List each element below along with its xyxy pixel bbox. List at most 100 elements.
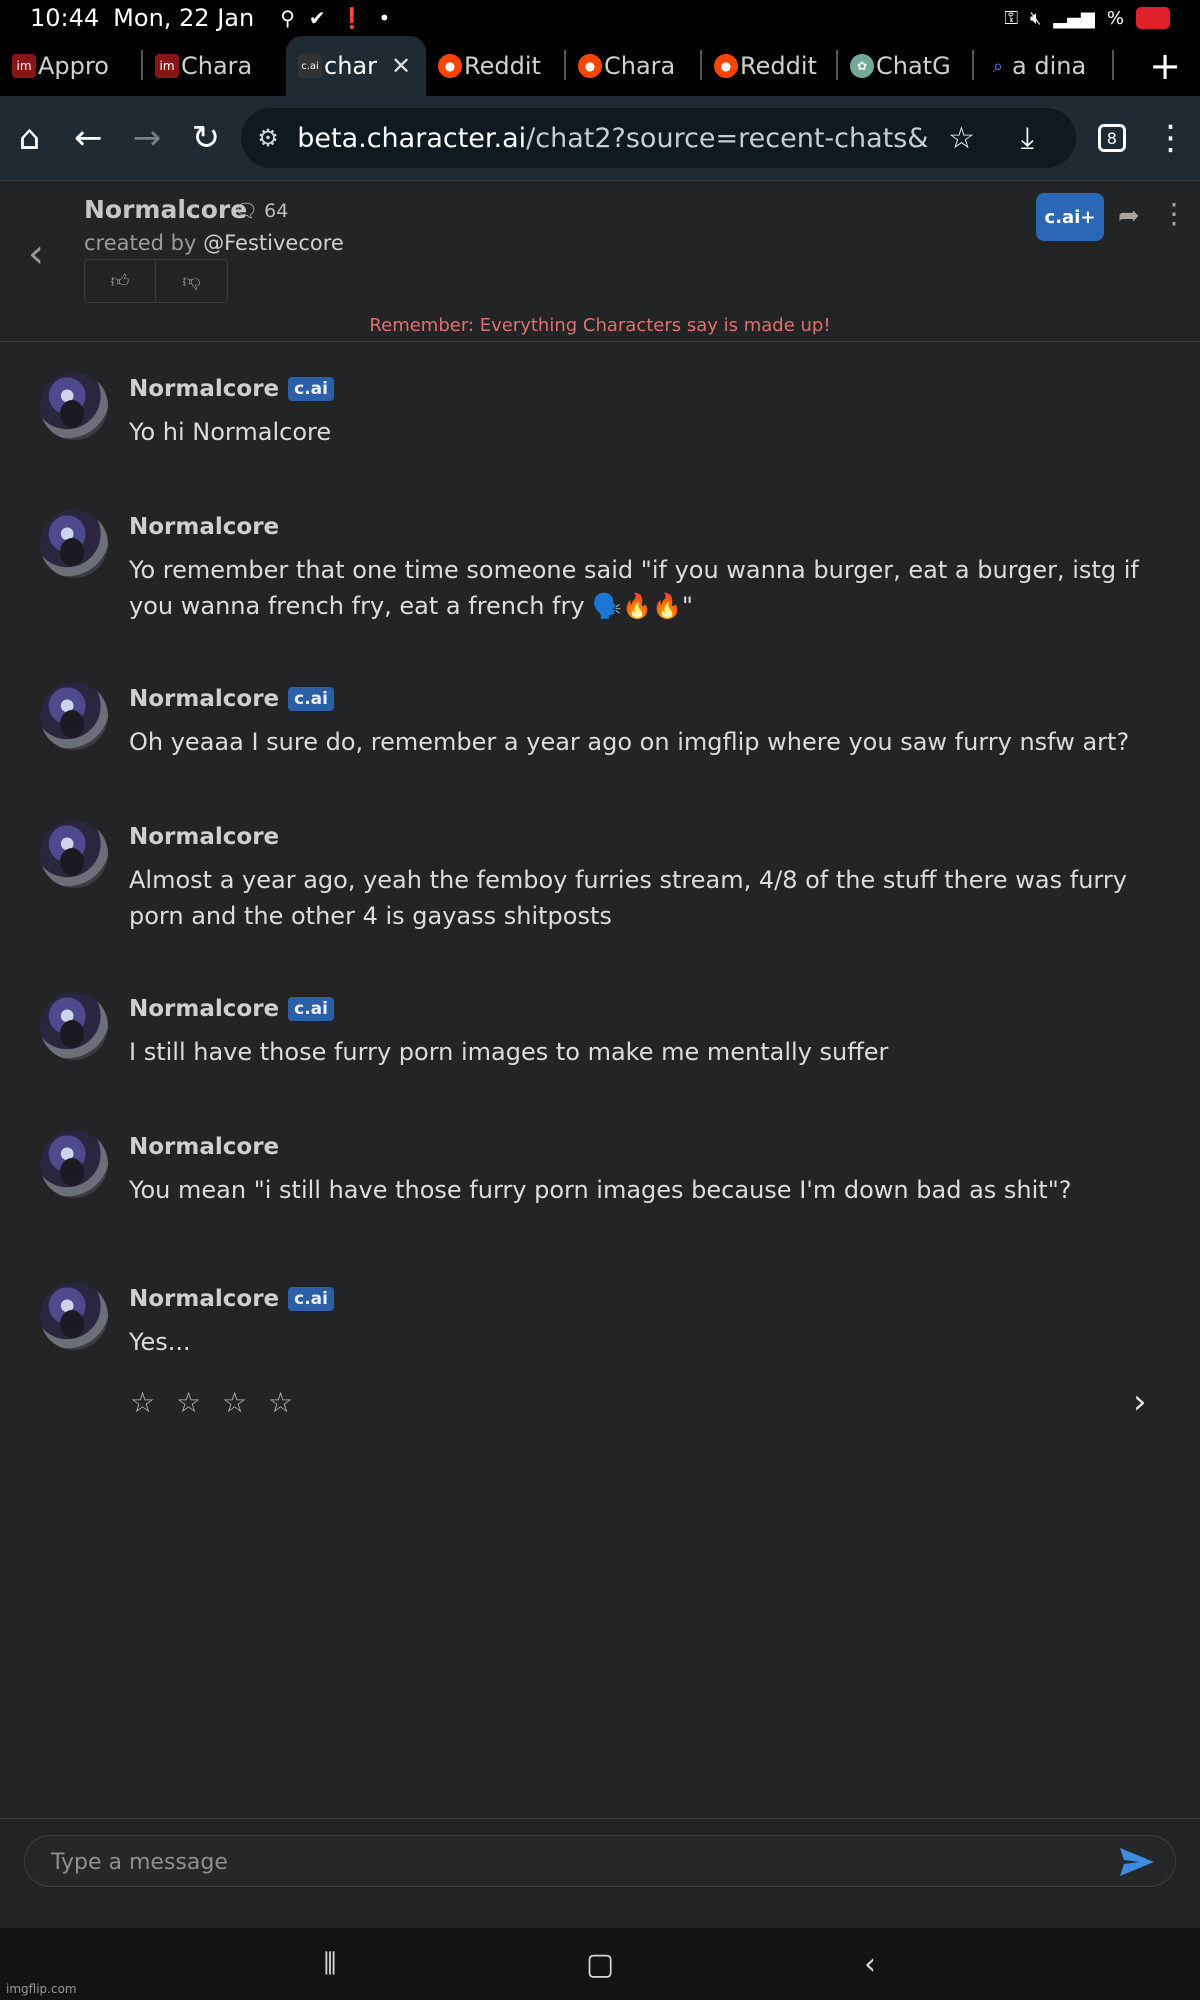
url-path: /chat2?source=recent-chats& <box>526 122 929 154</box>
thumbs-up-icon[interactable]: 👍︎ <box>85 260 156 302</box>
tab-label: char <box>324 52 377 80</box>
tab-7[interactable]: ✿ ChatG <box>838 36 974 96</box>
send-icon[interactable] <box>1117 1842 1157 1882</box>
more-options-icon[interactable]: ⋮ <box>1160 197 1188 230</box>
cai-badge: c.ai <box>288 1287 334 1311</box>
mute-icon: 🔇︎ <box>1030 7 1042 29</box>
dot-icon: • <box>378 6 391 30</box>
tab-label: Reddit <box>740 52 817 80</box>
creator-handle[interactable]: @Festivecore <box>203 231 344 255</box>
composer-bar <box>0 1818 1200 1928</box>
status-bar: 10:44 Mon, 22 Jan ⚲ ✔ ❗ • ⚿ 🔇︎ ▂▄▆ % <box>0 0 1200 36</box>
site-settings-icon[interactable]: ⚙ <box>257 124 297 152</box>
message-count-value: 64 <box>264 200 289 222</box>
browser-toolbar: ⌂ ← → ↻ ⚙ beta.character.ai/chat2?source… <box>0 96 1200 180</box>
character-name[interactable]: Normalcore <box>84 195 247 224</box>
tab-label: Chara <box>181 52 253 80</box>
chat-header: ‹ Normalcore 🗨︎ 64 created by @Festiveco… <box>0 180 1200 342</box>
bookmark-star-icon[interactable]: ☆ <box>928 121 994 156</box>
tab-active[interactable]: c.ai char ✕ <box>286 36 426 96</box>
creator-line: created by @Festivecore <box>84 231 344 255</box>
reload-icon[interactable]: ↻ <box>176 102 235 174</box>
check-icon: ✔ <box>308 6 326 30</box>
chat-bubble-icon: 🗨︎ <box>234 200 259 222</box>
author-name: Normalcore <box>129 376 280 402</box>
disclaimer-text: Remember: Everything Characters say is m… <box>369 315 831 336</box>
download-icon[interactable]: ⤓ <box>994 121 1060 156</box>
tab-2[interactable]: im Chara <box>143 36 286 96</box>
imgflip-favicon-icon: im <box>155 54 179 78</box>
tab-6[interactable]: ● Reddit <box>702 36 838 96</box>
back-chevron-icon[interactable]: ‹ <box>28 231 44 277</box>
message-text: Yo remember that one time someone said "… <box>129 556 1139 620</box>
avatar[interactable] <box>40 1282 108 1350</box>
imgflip-favicon-icon: im <box>12 54 36 78</box>
tab-label: Reddit <box>464 52 541 80</box>
message-text: Oh yeaaa I sure do, remember a year ago … <box>129 728 1130 756</box>
status-time: 10:44 <box>30 4 100 32</box>
tab-label: a dina <box>1012 52 1087 80</box>
star-rating[interactable]: ☆ ☆ ☆ ☆ <box>130 1386 299 1419</box>
watermark: imgflip.com <box>6 1982 77 1996</box>
battery-icon <box>1136 7 1170 29</box>
browser-menu-icon[interactable]: ⋮ <box>1141 102 1200 174</box>
message-count: 🗨︎ 64 <box>234 199 288 222</box>
tab-4[interactable]: ● Reddit <box>426 36 566 96</box>
message-author: Normalcore c.ai <box>129 686 334 712</box>
url-text[interactable]: beta.character.ai/chat2?source=recent-ch… <box>297 123 928 154</box>
usb-icon: ⚲ <box>280 6 295 30</box>
avatar[interactable] <box>40 372 108 440</box>
system-icons: ⚿ 🔇︎ ▂▄▆ % <box>1004 7 1170 29</box>
tab-switcher-button[interactable]: 8 <box>1082 102 1141 174</box>
chatgpt-favicon-icon: ✿ <box>850 54 874 78</box>
cai-badge: c.ai <box>288 377 334 401</box>
address-bar[interactable]: ⚙ beta.character.ai/chat2?source=recent-… <box>241 108 1077 168</box>
signal-icon: ▂▄▆ <box>1053 7 1095 29</box>
tab-label: Appro <box>38 52 109 80</box>
home-nav-icon[interactable]: ▢ <box>465 1947 735 1982</box>
avatar[interactable] <box>40 682 108 750</box>
new-tab-plus-icon[interactable]: + <box>1130 44 1200 88</box>
message-text: Yo hi Normalcore <box>129 418 332 446</box>
message-input[interactable] <box>51 1844 1081 1880</box>
forward-arrow-icon[interactable]: → <box>118 102 177 174</box>
status-date: Mon, 22 Jan <box>113 4 255 32</box>
recents-icon[interactable]: ⦀ <box>195 1947 465 1982</box>
back-nav-icon[interactable]: ‹ <box>735 1947 1005 1982</box>
tab-close-icon[interactable]: ✕ <box>391 52 411 80</box>
tab-1[interactable]: im Appro <box>0 36 143 96</box>
url-host: beta.character.ai <box>297 122 527 154</box>
avatar[interactable] <box>40 992 108 1060</box>
author-name: Normalcore <box>129 1286 280 1312</box>
avatar[interactable] <box>40 510 108 578</box>
system-nav-bar: ⦀ ▢ ‹ <box>0 1928 1200 2000</box>
next-response-chevron-icon[interactable]: › <box>1133 1382 1147 1422</box>
key-icon: ⚿ <box>1004 7 1019 29</box>
cai-plus-button[interactable]: c.ai+ <box>1036 193 1104 241</box>
message-author: Normalcore <box>129 824 279 850</box>
tab-5[interactable]: ● Chara <box>566 36 702 96</box>
avatar[interactable] <box>40 820 108 888</box>
author-name: Normalcore <box>129 996 280 1022</box>
author-name: Normalcore <box>129 686 280 712</box>
reddit-favicon-icon: ● <box>438 54 462 78</box>
composer <box>24 1835 1176 1887</box>
thumbs-down-icon[interactable]: 👎︎ <box>156 260 227 302</box>
author-name: Normalcore <box>129 1134 280 1160</box>
message-text: You mean "i still have those furry porn … <box>129 1176 1072 1204</box>
search-favicon-icon: ⌕ <box>992 55 1004 77</box>
cai-favicon-icon: c.ai <box>298 54 322 78</box>
home-icon[interactable]: ⌂ <box>0 102 59 174</box>
avatar[interactable] <box>40 1130 108 1198</box>
author-name: Normalcore <box>129 514 280 540</box>
reddit-favicon-icon: ● <box>578 54 602 78</box>
tab-8[interactable]: ⌕ a dina <box>974 36 1114 96</box>
cai-badge: c.ai <box>288 997 334 1021</box>
message-author: Normalcore <box>129 1134 279 1160</box>
message-text: Yes... <box>129 1328 191 1356</box>
share-icon[interactable]: ➦ <box>1118 201 1140 231</box>
message-author: Normalcore c.ai <box>129 1286 334 1312</box>
vote-buttons: 👍︎ 👎︎ <box>84 259 228 303</box>
back-arrow-icon[interactable]: ← <box>59 102 118 174</box>
tab-strip: im Appro im Chara c.ai char ✕ ● Reddit ●… <box>0 36 1200 96</box>
